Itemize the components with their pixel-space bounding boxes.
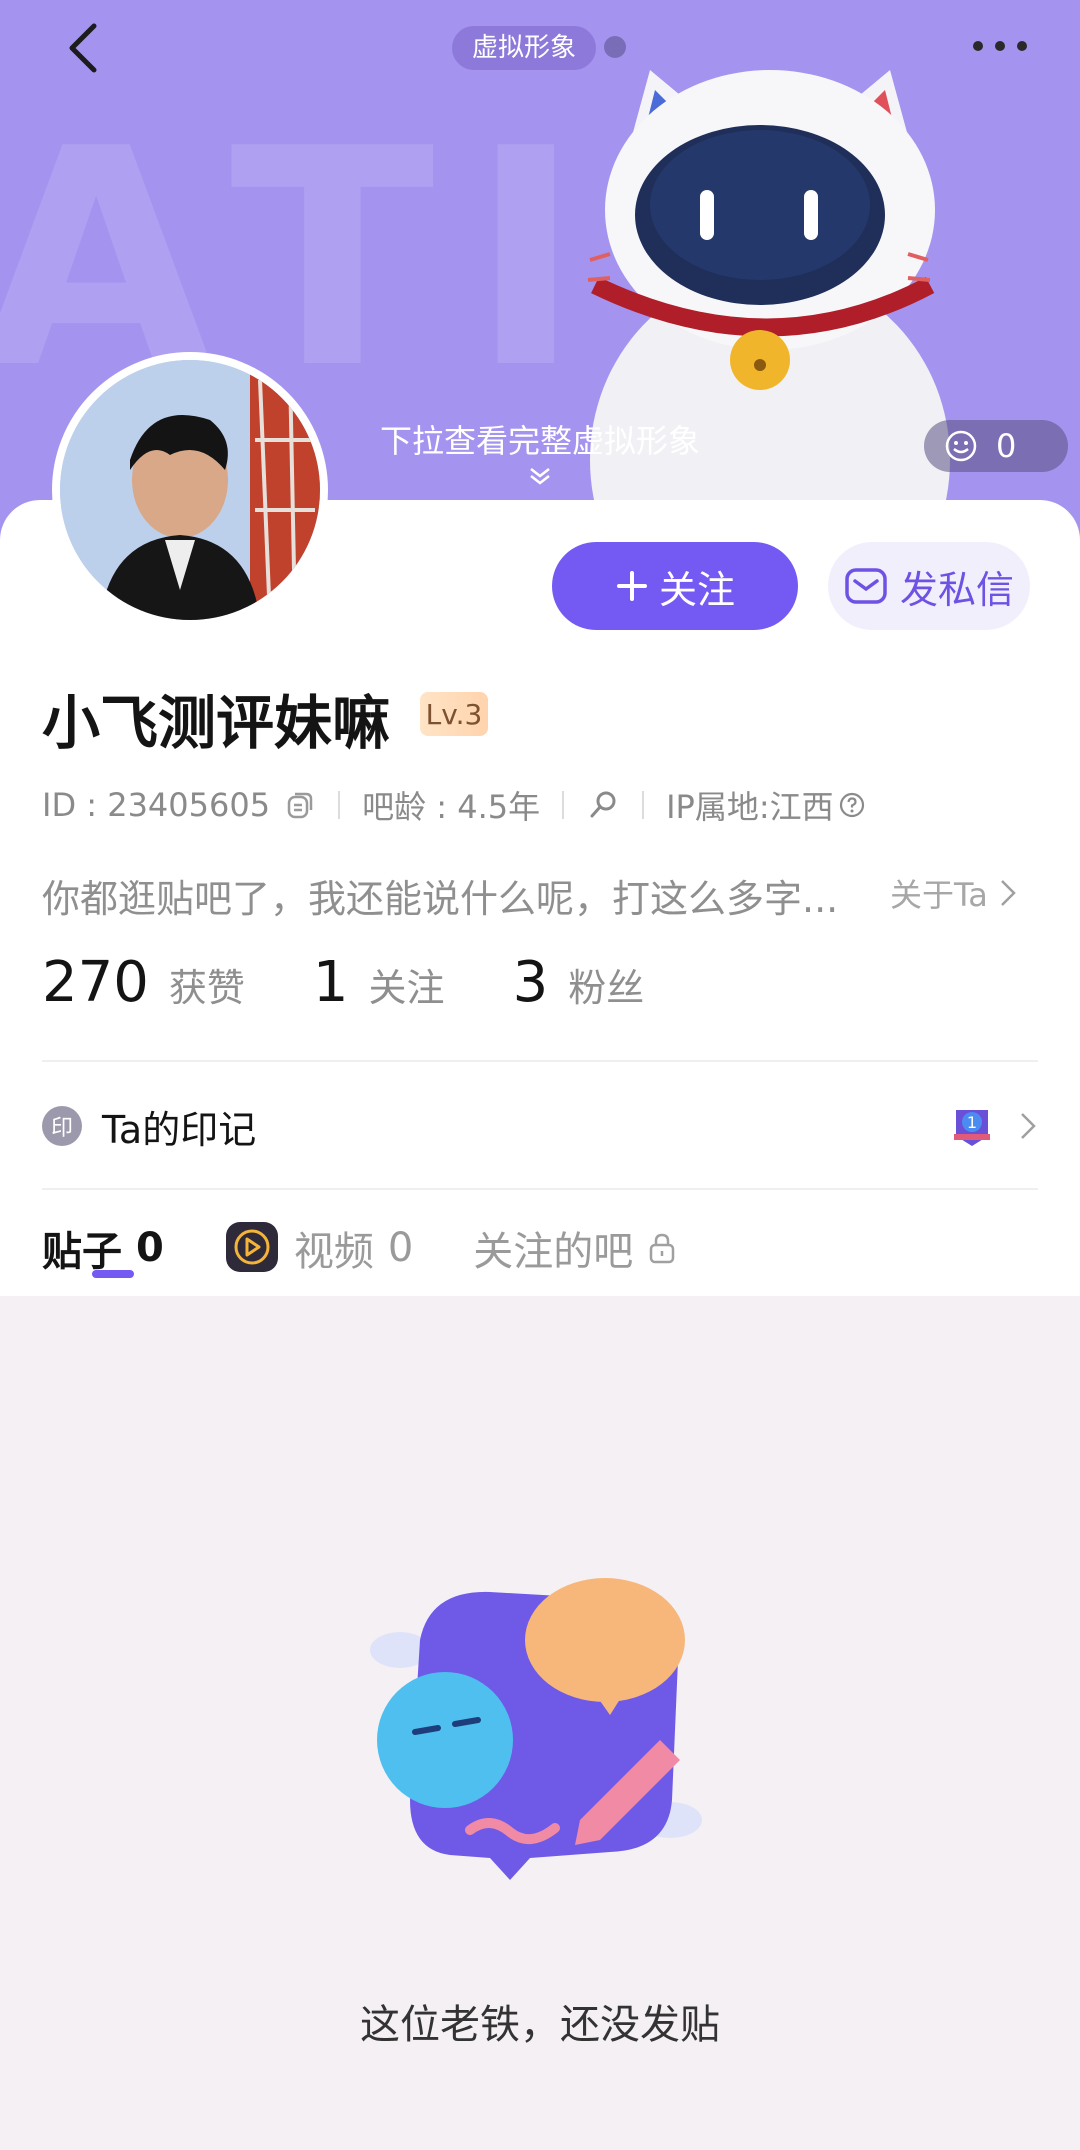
tab-videos[interactable]: 视频 0	[224, 1219, 413, 1277]
tab-count: 0	[136, 1225, 164, 1271]
content-tabs: 贴子 0 视频 0 关注的吧	[42, 1208, 737, 1288]
badge-icon: 1	[954, 1110, 990, 1146]
avatar-like-button[interactable]: 0	[924, 420, 1068, 472]
ip-location: IP属地:江西	[666, 788, 834, 826]
user-bio[interactable]: 你都逛贴吧了，我还能说什么呢，打这么多字...	[42, 868, 862, 923]
seal-icon: 印	[42, 1106, 82, 1146]
stat-number: 3	[512, 950, 549, 1015]
stat-number: 270	[42, 950, 149, 1015]
tab-posts[interactable]: 贴子 0	[42, 1219, 164, 1277]
smile-icon	[945, 430, 977, 462]
plus-icon	[616, 571, 647, 601]
stat-label: 粉丝	[568, 966, 645, 1010]
virtual-avatar-cat-image[interactable]	[560, 40, 980, 540]
empty-posts-illustration	[370, 1578, 702, 1880]
tab-label: 关注的吧	[473, 1229, 634, 1275]
more-dots-icon	[973, 41, 1027, 51]
lock-icon	[650, 1233, 675, 1264]
level-badge[interactable]: Lv.3	[420, 692, 488, 736]
stat-following[interactable]: 1 关注	[313, 950, 445, 1015]
user-avatar[interactable]	[52, 352, 328, 628]
chevron-down-icon	[528, 466, 552, 490]
bar-age: 吧龄 : 4.5年	[362, 788, 541, 826]
follow-button[interactable]: 关注	[552, 542, 798, 630]
tab-followed-bars[interactable]: 关注的吧	[473, 1219, 677, 1277]
chevron-left-icon	[69, 23, 97, 73]
help-icon[interactable]	[838, 791, 866, 819]
username: 小飞测评妹嘛	[42, 689, 391, 757]
stat-likes[interactable]: 270 获赞	[42, 950, 245, 1015]
about-ta-link[interactable]: 关于Ta	[890, 870, 1018, 916]
chevron-right-icon	[1000, 880, 1016, 906]
about-ta-label: 关于Ta	[890, 876, 988, 914]
more-button[interactable]	[968, 26, 1048, 66]
search-icon[interactable]	[586, 788, 620, 822]
section-divider	[42, 1060, 1038, 1062]
stat-number: 1	[312, 950, 349, 1015]
direct-message-label: 发私信	[899, 567, 1014, 612]
empty-state-message: 这位老铁，还没发贴	[360, 2002, 720, 2048]
divider	[642, 791, 645, 819]
copy-icon[interactable]	[284, 789, 316, 821]
follow-label: 关注	[658, 567, 735, 612]
chevron-right-icon	[1021, 1113, 1036, 1139]
banner-pattern-letter: T	[230, 85, 435, 434]
stat-label: 获赞	[168, 966, 245, 1010]
user-avatar-photo	[60, 360, 320, 620]
tab-count: 0	[387, 1225, 414, 1271]
pull-down-hint: 下拉查看完整虚拟形象	[380, 422, 701, 460]
video-play-icon	[225, 1222, 278, 1272]
profile-meta-row: ID : 23405605 吧龄 : 4.5年 IP属地:江西	[42, 782, 866, 828]
section-divider	[42, 1188, 1038, 1190]
envelope-icon	[845, 568, 887, 604]
badge-number: 1	[967, 1113, 977, 1132]
stat-label: 关注	[368, 966, 445, 1010]
seal-label: Ta的印记	[102, 1107, 257, 1152]
back-button[interactable]	[56, 18, 116, 78]
divider	[338, 791, 341, 819]
direct-message-button[interactable]: 发私信	[828, 542, 1030, 630]
tab-label: 贴子	[42, 1229, 122, 1275]
stat-fans[interactable]: 3 粉丝	[513, 950, 645, 1015]
seal-badges: 1	[950, 1104, 1038, 1148]
stats-row: 270 获赞 1 关注 3 粉丝	[42, 950, 712, 1015]
user-id: ID : 23405605	[42, 786, 271, 824]
seal-row[interactable]: 印 Ta的印记 1	[42, 1098, 1038, 1154]
divider	[562, 791, 565, 819]
active-tab-indicator	[92, 1270, 134, 1278]
avatar-like-count: 0	[996, 427, 1017, 465]
tab-label: 视频	[293, 1229, 374, 1275]
